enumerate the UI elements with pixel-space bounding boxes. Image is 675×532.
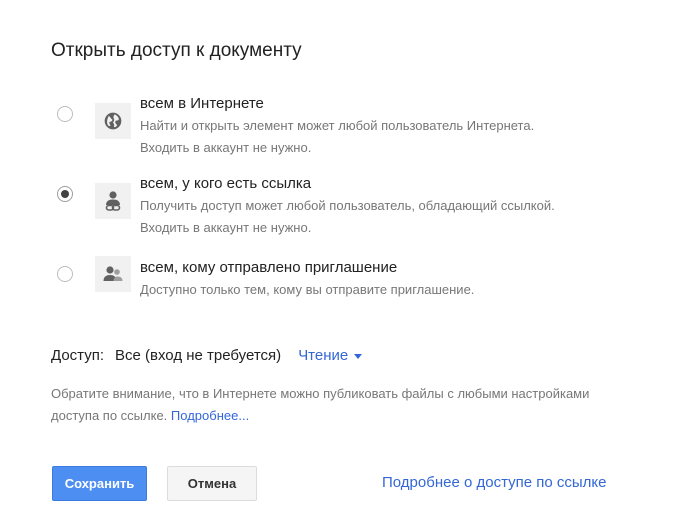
caret-down-icon [354,353,363,359]
notice-body: Обратите внимание, что в Интернете можно… [51,386,590,423]
cancel-button[interactable]: Отмена [167,466,257,501]
link-sharing-help-link[interactable]: Подробнее о доступе по ссылке [382,474,606,491]
access-value: Все (вход не требуется) [115,347,282,364]
globe-icon [95,103,131,139]
option-public-label: всем в Интернете [140,95,264,112]
option-link-description: Получить доступ может любой пользователь… [140,198,555,235]
save-button[interactable]: Сохранить [52,466,147,501]
access-level-value: Чтение [298,347,349,364]
radio-invited[interactable] [57,266,73,282]
option-invited-description: Доступно только тем, кому вы отправите п… [140,282,475,297]
notice-learn-more-link[interactable]: Подробнее... [171,408,249,423]
option-invited-label: всем, кому отправлено приглашение [140,259,398,276]
access-label: Доступ: [51,347,104,364]
person-link-icon [95,183,131,219]
radio-public[interactable] [57,106,73,122]
notice-text: Обратите внимание, что в Интернете можно… [51,383,631,427]
access-row: Доступ: Все (вход не требуется) Чтение [51,347,363,364]
option-link-label: всем, у кого есть ссылка [140,175,312,192]
dialog-title: Открыть доступ к документу [51,40,302,61]
access-level-dropdown[interactable]: Чтение [298,347,363,364]
people-icon [95,256,131,292]
radio-link[interactable] [57,186,73,202]
option-public-description: Найти и открыть элемент может любой поль… [140,118,535,155]
